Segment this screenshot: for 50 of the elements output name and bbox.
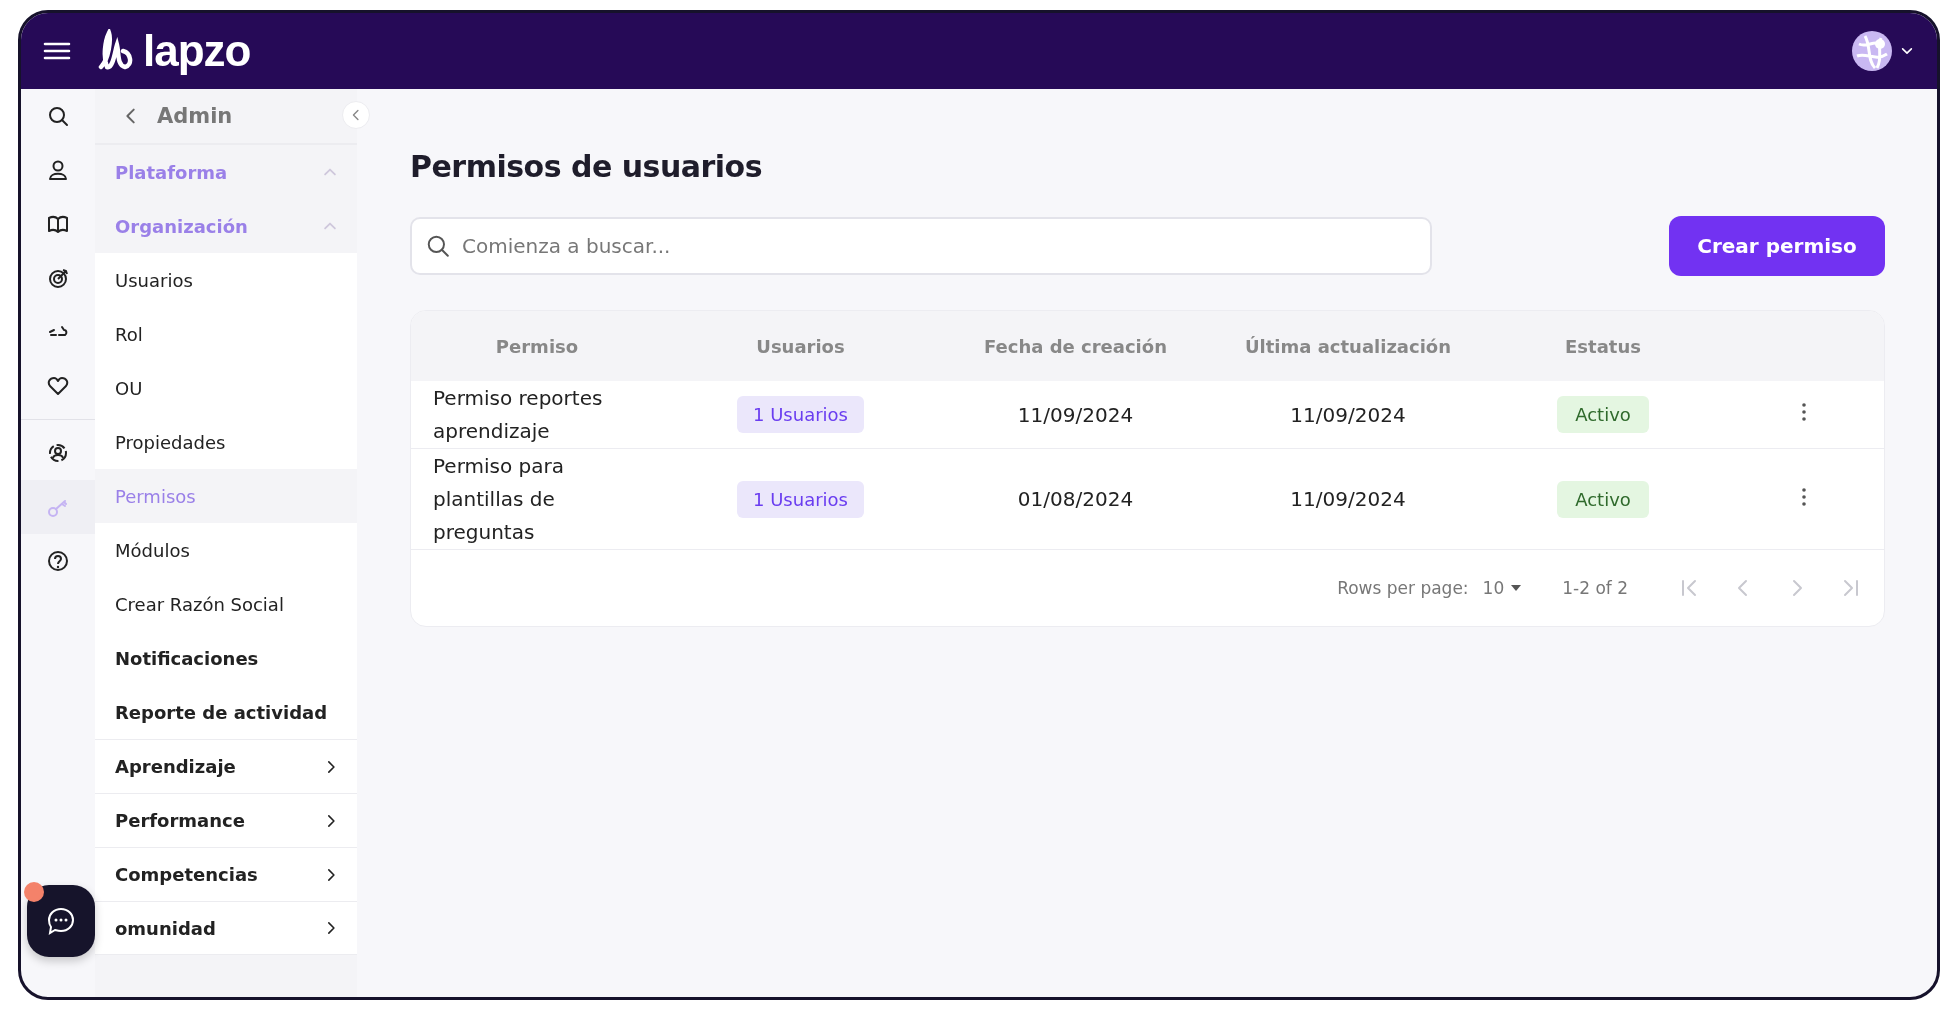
table-cell-text: 11/09/2024 [1289, 487, 1407, 511]
table-cell-text: 11/09/2024 [1016, 402, 1135, 427]
chat-icon [46, 906, 76, 936]
menu-icon[interactable] [43, 40, 71, 62]
rows-per-page-select[interactable]: 10 [1482, 578, 1523, 598]
menu-item[interactable]: Aprendizaje [95, 739, 357, 793]
more-icon[interactable] [1800, 486, 1807, 507]
table-cell-text: Permiso para plantillas de preguntas [432, 452, 565, 546]
caret-icon [1510, 584, 1523, 592]
menu-item[interactable]: Módulos [95, 523, 357, 577]
menu-item[interactable]: Propiedades [95, 415, 357, 469]
users-badge: 1 Usuarios [737, 480, 864, 518]
target-icon[interactable] [47, 267, 69, 289]
book-icon[interactable] [47, 213, 69, 235]
menu-item[interactable]: Rol [95, 307, 357, 361]
column-header: Fecha de creación [983, 335, 1168, 357]
column-header: Última actualización [1243, 335, 1453, 357]
page-title: Permisos de usuarios [410, 149, 764, 184]
menu-item[interactable]: Notificaciones [95, 631, 357, 685]
table-cell-text: 11/09/2024 [1289, 402, 1407, 427]
menu-item[interactable]: Performance [95, 793, 357, 847]
menu-item[interactable]: Crear Razón Social [95, 577, 357, 631]
collapse-button[interactable] [342, 101, 370, 129]
create-permission-button[interactable]: Crear permiso [1669, 216, 1885, 276]
status-badge: Activo [1557, 396, 1649, 433]
user-badge-icon[interactable] [47, 442, 69, 464]
menu-item[interactable]: Usuarios [95, 253, 357, 307]
search-field[interactable]: Comienza a buscar... [410, 217, 1432, 275]
chat-button[interactable] [27, 885, 95, 957]
search-icon[interactable] [47, 105, 69, 127]
heart-icon[interactable] [47, 375, 69, 397]
menu-item[interactable]: omunidad [95, 901, 357, 955]
logo-text: lapzo [143, 26, 251, 76]
rows-per-page-label: Rows per page: [1337, 578, 1469, 598]
menu-item[interactable]: Competencias [95, 847, 357, 901]
avatar-icon[interactable] [1851, 30, 1893, 72]
column-header: Usuarios [755, 335, 846, 357]
page-range: 1-2 of 2 [1562, 578, 1628, 598]
user-icon[interactable] [47, 159, 69, 181]
column-header: Permiso [494, 335, 580, 357]
status-badge: Activo [1557, 480, 1649, 518]
more-icon[interactable] [1800, 402, 1807, 422]
menu-item[interactable]: OU [95, 361, 357, 415]
panel-title: Admin [157, 104, 233, 128]
table-cell-text: 01/08/2024 [1016, 487, 1135, 511]
help-icon[interactable] [47, 550, 69, 572]
column-header: Estatus [1564, 335, 1642, 357]
users-badge: 1 Usuarios [737, 396, 864, 433]
menu-item[interactable]: Reporte de actividad [95, 685, 357, 739]
table-cell-text: Permiso reportes aprendizaje [432, 384, 604, 445]
